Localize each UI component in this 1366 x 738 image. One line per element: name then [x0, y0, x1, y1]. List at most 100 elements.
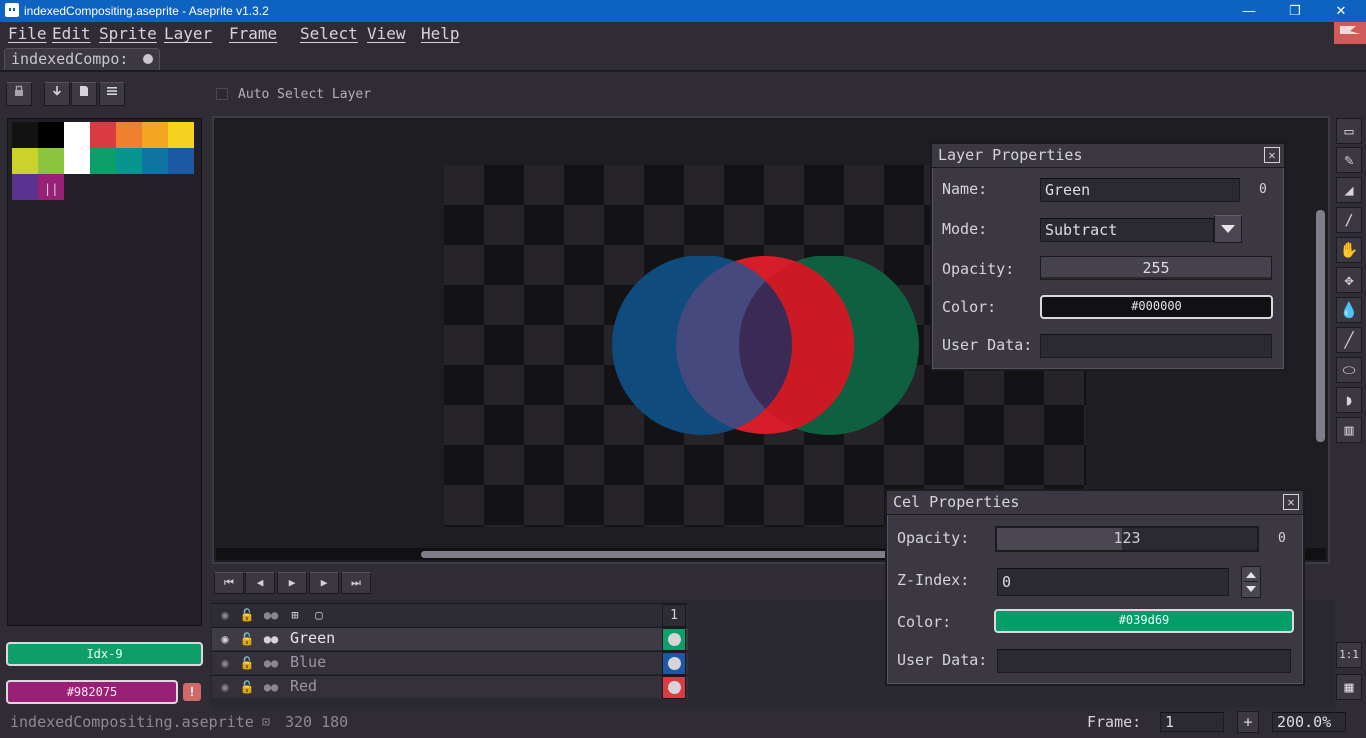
cel-opacity-slider[interactable]: 123: [995, 526, 1259, 552]
menu-sprite[interactable]: Sprite: [99, 24, 157, 43]
menu-help[interactable]: Help: [421, 24, 460, 43]
last-frame-button[interactable]: ⏭: [341, 572, 371, 594]
layer-row-blue[interactable]: ◉ 🔓 ●● Blue: [212, 651, 688, 675]
news-flag-icon[interactable]: [1334, 22, 1366, 44]
zindex-label: Z-Index:: [897, 571, 970, 589]
lock-icon[interactable]: 🔓: [238, 655, 256, 671]
continuous-icon[interactable]: ●●: [262, 631, 280, 647]
palette-swatch[interactable]: [12, 122, 38, 148]
palette-swatch[interactable]: [142, 122, 168, 148]
ellipse-tool-icon[interactable]: ⬭: [1336, 357, 1362, 383]
add-frame-button[interactable]: +: [1237, 711, 1259, 733]
blur-tool-icon[interactable]: ▥: [1336, 417, 1362, 443]
layer-color-button[interactable]: #000000: [1040, 295, 1273, 319]
filmstrip-icon[interactable]: ▦: [1336, 674, 1362, 700]
layer-row-red[interactable]: ◉ 🔓 ●● Red: [212, 675, 688, 699]
layer-row-green[interactable]: ◉ 🔓 ●● Green: [212, 627, 688, 651]
menu-file[interactable]: File: [8, 24, 47, 43]
dialog-title-bar[interactable]: Layer Properties ✕: [932, 144, 1284, 168]
first-frame-button[interactable]: ⏮: [214, 572, 244, 594]
palette-swatch[interactable]: [168, 122, 194, 148]
restore-button[interactable]: ❐: [1272, 0, 1318, 22]
eye-header-icon[interactable]: ◉: [216, 607, 234, 623]
close-icon[interactable]: ✕: [1264, 147, 1280, 163]
previous-frame-button[interactable]: ◀: [245, 572, 275, 594]
warning-icon[interactable]: !: [183, 683, 201, 701]
frame-number-header[interactable]: 1: [662, 604, 686, 627]
horizontal-scroll-thumb[interactable]: [421, 551, 891, 558]
lock-icon[interactable]: 🔓: [238, 631, 256, 647]
vertical-scroll-thumb[interactable]: [1316, 210, 1325, 442]
frame-input[interactable]: 1: [1160, 712, 1224, 732]
palette-swatch[interactable]: [64, 122, 90, 148]
lock-header-icon[interactable]: 🔓: [238, 607, 256, 623]
layer-opacity-slider[interactable]: 255: [1040, 256, 1272, 280]
new-file-icon[interactable]: [71, 82, 97, 106]
sprite-size-icon: ⊡: [262, 715, 270, 730]
eraser-tool-icon[interactable]: ◢: [1336, 177, 1362, 203]
menu-layer[interactable]: Layer: [164, 24, 212, 43]
blend-mode-select[interactable]: Subtract: [1040, 218, 1214, 242]
palette-swatch[interactable]: [38, 122, 64, 148]
cel-user-data-field[interactable]: [997, 649, 1291, 673]
zoom-field[interactable]: 200.0%: [1272, 712, 1346, 732]
onion-skin-icon[interactable]: ▢: [310, 607, 328, 623]
visibility-eye-icon[interactable]: ◉: [216, 655, 234, 671]
palette-swatch[interactable]: [90, 122, 116, 148]
cel[interactable]: [662, 676, 686, 699]
close-window-button[interactable]: ✕: [1318, 0, 1364, 22]
continuous-icon[interactable]: ●●: [262, 679, 280, 695]
menu-view[interactable]: View: [367, 24, 406, 43]
pencil-tool-icon[interactable]: ✎: [1336, 147, 1362, 173]
download-icon[interactable]: [44, 82, 70, 106]
visibility-eye-icon[interactable]: ◉: [216, 631, 234, 647]
lock-icon[interactable]: 🔓: [238, 679, 256, 695]
play-button[interactable]: ▶: [277, 572, 307, 594]
chevron-down-icon[interactable]: [1214, 215, 1242, 243]
eyedropper-tool-icon[interactable]: ∕: [1336, 207, 1362, 233]
layer-name-field[interactable]: Green: [1040, 178, 1240, 202]
frame-label: Frame:: [1087, 713, 1142, 731]
menu-edit[interactable]: Edit: [52, 24, 91, 43]
marquee-tool-icon[interactable]: ▭: [1336, 118, 1362, 144]
line-tool-icon[interactable]: ╱: [1336, 327, 1362, 353]
document-tab[interactable]: indexedCompo:: [4, 48, 160, 70]
palette-swatch[interactable]: [116, 122, 142, 148]
cel-color-button[interactable]: #039d69: [994, 609, 1294, 633]
layer-tree-icon[interactable]: ⊞: [286, 607, 304, 623]
dialog-title-bar[interactable]: Cel Properties ✕: [887, 491, 1303, 515]
palette-swatch[interactable]: [90, 148, 116, 174]
menu-frame[interactable]: Frame: [229, 24, 277, 43]
cel[interactable]: [662, 652, 686, 675]
continuous-header-icon[interactable]: ●●: [262, 607, 280, 623]
auto-select-checkbox[interactable]: [216, 88, 228, 100]
palette-swatch[interactable]: [64, 148, 90, 174]
cel[interactable]: [662, 628, 686, 651]
options-icon[interactable]: [99, 82, 125, 106]
palette-swatch[interactable]: [116, 148, 142, 174]
foreground-color-bar[interactable]: Idx-9: [6, 642, 203, 666]
palette-swatch[interactable]: [168, 148, 194, 174]
cel-uuid-indicator: 0: [1278, 531, 1286, 546]
background-color-bar[interactable]: #982075: [6, 680, 178, 704]
palette-swatch[interactable]: [12, 148, 38, 174]
palette-swatch[interactable]: [38, 148, 64, 174]
next-frame-button[interactable]: ▶: [309, 572, 339, 594]
palette-swatch[interactable]: [142, 148, 168, 174]
modified-dot-icon[interactable]: [143, 54, 153, 64]
move-tool-icon[interactable]: ✥: [1336, 267, 1362, 293]
hand-tool-icon[interactable]: ✋: [1336, 237, 1362, 263]
lock-icon[interactable]: [6, 82, 32, 106]
visibility-eye-icon[interactable]: ◉: [216, 679, 234, 695]
zoom-1-1-icon[interactable]: 1:1: [1336, 642, 1362, 668]
zindex-field[interactable]: 0: [997, 568, 1229, 596]
palette-swatch[interactable]: [12, 174, 38, 200]
contour-tool-icon[interactable]: ◗: [1336, 387, 1362, 413]
fill-tool-icon[interactable]: 💧: [1336, 297, 1362, 323]
zindex-stepper[interactable]: [1241, 566, 1261, 598]
minimize-button[interactable]: —: [1226, 0, 1272, 22]
layer-user-data-field[interactable]: [1040, 334, 1272, 358]
close-icon[interactable]: ✕: [1283, 494, 1299, 510]
continuous-icon[interactable]: ●●: [262, 655, 280, 671]
menu-select[interactable]: Select: [300, 24, 358, 43]
